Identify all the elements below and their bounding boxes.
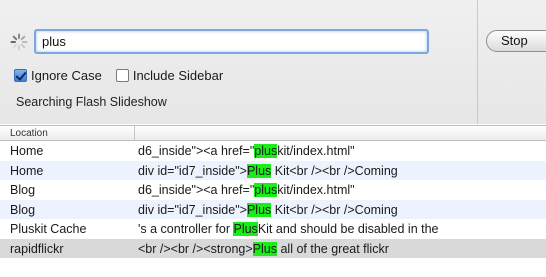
snippet-suffix: kit/index.html" xyxy=(277,144,355,158)
column-separator xyxy=(134,126,135,140)
match-highlight: plus xyxy=(254,183,278,197)
row-location: Pluskit Cache xyxy=(10,222,87,236)
search-panel: Stop Ignore Case Include Sidebar Searchi… xyxy=(0,0,546,124)
row-snippet: <br /><br /><strong>Plus all of the grea… xyxy=(138,241,389,256)
match-highlight: Plus xyxy=(252,241,277,256)
table-row[interactable]: rapidflickr <br /><br /><strong>Plus all … xyxy=(0,238,546,258)
snippet-suffix: Kit<br /><br />Coming xyxy=(271,163,398,178)
status-text: Searching Flash Slideshow xyxy=(16,95,167,109)
snippet-prefix: d6_inside"><a href=" xyxy=(138,183,255,197)
snippet-suffix: Kit and should be disabled in the xyxy=(257,222,439,236)
table-row[interactable]: Blog div id="id7_inside">Plus Kit<br /><b… xyxy=(0,199,546,219)
row-snippet: 's a controller for PlusKit and should b… xyxy=(138,222,439,236)
snippet-prefix: div id="id7_inside"> xyxy=(138,163,247,178)
results-rows: Home d6_inside"><a href="pluskit/index.ht… xyxy=(0,141,546,258)
snippet-prefix: div id="id7_inside"> xyxy=(138,202,247,217)
row-location: Blog xyxy=(10,183,36,197)
results-table: Location Home d6_inside"><a href="pluskit… xyxy=(0,125,546,258)
match-highlight: Plus xyxy=(246,202,272,217)
match-highlight: plus xyxy=(254,144,278,158)
ignore-case-checkbox[interactable] xyxy=(14,68,27,82)
snippet-prefix: d6_inside"><a href=" xyxy=(138,144,255,158)
row-snippet: div id="id7_inside">Plus Kit<br /><br />… xyxy=(138,202,398,217)
row-snippet: d6_inside"><a href="pluskit/index.html" xyxy=(138,183,355,197)
ignore-case-label: Ignore Case xyxy=(31,67,102,83)
snippet-suffix: Kit<br /><br />Coming xyxy=(271,202,398,217)
table-row[interactable]: Pluskit Cache 's a controller for PlusKit… xyxy=(0,219,546,239)
match-highlight: Plus xyxy=(246,163,272,178)
snippet-prefix: <br /><br /><strong> xyxy=(138,241,253,256)
row-location: Home xyxy=(10,144,44,158)
search-input[interactable] xyxy=(34,29,429,54)
row-snippet: div id="id7_inside">Plus Kit<br /><br />… xyxy=(138,163,398,178)
row-location: Home xyxy=(10,163,44,178)
match-highlight: Plus xyxy=(233,222,258,236)
stop-button[interactable]: Stop xyxy=(486,30,546,52)
row-location: rapidflickr xyxy=(10,241,64,256)
panel-divider xyxy=(477,0,478,124)
row-location: Blog xyxy=(10,202,36,217)
include-sidebar-checkbox[interactable] xyxy=(115,68,129,82)
column-header-location[interactable]: Location xyxy=(10,128,48,139)
include-sidebar-label: Include Sidebar xyxy=(132,67,224,83)
snippet-suffix: kit/index.html" xyxy=(277,183,355,197)
table-row[interactable]: Home div id="id7_inside">Plus Kit<br /><b… xyxy=(0,160,546,180)
snippet-suffix: all of the great flickr xyxy=(277,241,389,256)
row-snippet: d6_inside"><a href="pluskit/index.html" xyxy=(138,144,355,158)
table-row[interactable]: Blog d6_inside"><a href="pluskit/index.ht… xyxy=(0,180,546,200)
snippet-prefix: 's a controller for xyxy=(138,222,234,236)
options-row: Ignore Case Include Sidebar xyxy=(14,66,237,84)
table-header: Location xyxy=(0,125,546,141)
table-row[interactable]: Home d6_inside"><a href="pluskit/index.ht… xyxy=(0,141,546,161)
spinner-icon xyxy=(10,33,28,51)
